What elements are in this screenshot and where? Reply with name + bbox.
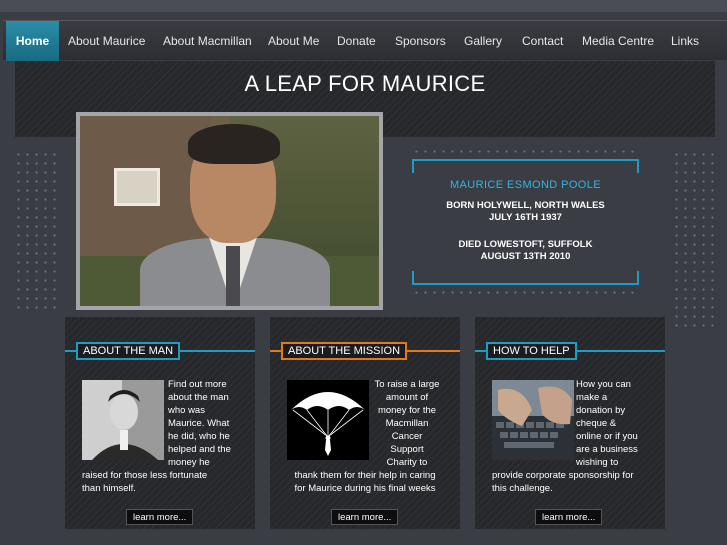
died-place: DIED LOWESTOFT, SUFFOLK <box>458 239 593 250</box>
maurice-thumbnail <box>82 380 164 460</box>
panel-text-narrow: Find out more about the man who was Maur… <box>168 379 231 468</box>
bracket-top <box>412 159 639 173</box>
main-nav: Home About Maurice About Macmillan About… <box>3 20 727 61</box>
page-title: A LEAP FOR MAURICE <box>244 71 486 96</box>
panel-text-wide: raised for those less fortunate than him… <box>82 470 208 494</box>
panel-how-to-help: HOW TO HELP How you can make a donation … <box>475 316 665 529</box>
learn-more-button[interactable]: learn more... <box>126 509 194 525</box>
dot-pattern-right <box>672 150 720 330</box>
keyboard-typing-image <box>492 380 574 460</box>
born-date: JULY 16TH 1937 <box>489 212 562 223</box>
panel-text-wide: thank them for their help in caring for … <box>294 470 436 494</box>
learn-more-button[interactable]: learn more... <box>535 509 603 525</box>
dot-pattern-left <box>14 150 62 310</box>
parachute-icon <box>287 380 369 460</box>
nav-about-me[interactable]: About Me <box>268 21 319 61</box>
nav-contact[interactable]: Contact <box>522 21 563 61</box>
panel-text-wide: provide corporate sponsorship for this c… <box>492 470 634 494</box>
nav-about-maurice[interactable]: About Maurice <box>68 21 145 61</box>
panel-about-the-man: ABOUT THE MAN Find out more about the ma… <box>65 316 255 529</box>
top-strip <box>0 0 727 12</box>
nav-about-macmillan[interactable]: About Macmillan <box>163 21 252 61</box>
nav-gallery[interactable]: Gallery <box>464 21 502 61</box>
panel-title: ABOUT THE MISSION <box>281 342 408 360</box>
nav-donate[interactable]: Donate <box>337 21 376 61</box>
full-name: MAURICE ESMOND POOLE <box>449 179 602 191</box>
panel-text-narrow: To raise a large amount of money for the… <box>374 379 440 468</box>
biography-box: MAURICE ESMOND POOLE BORN HOLYWELL, NORT… <box>412 147 639 297</box>
maurice-portrait-frame <box>76 112 383 310</box>
born-place: BORN HOLYWELL, NORTH WALES <box>446 200 605 211</box>
nav-links[interactable]: Links <box>671 21 699 61</box>
nav-sponsors[interactable]: Sponsors <box>395 21 446 61</box>
panel-text-narrow: How you can make a donation by cheque & … <box>576 379 638 468</box>
died-date: AUGUST 13TH 2010 <box>480 251 571 262</box>
panel-about-the-mission: ABOUT THE MISSION To raise a large amoun… <box>270 316 460 529</box>
panel-title: HOW TO HELP <box>486 342 577 360</box>
bracket-bottom <box>412 271 639 285</box>
panel-title: ABOUT THE MAN <box>76 342 181 360</box>
learn-more-button[interactable]: learn more... <box>331 509 399 525</box>
maurice-portrait-photo <box>80 116 379 306</box>
nav-media-centre[interactable]: Media Centre <box>582 21 654 61</box>
nav-home[interactable]: Home <box>6 21 59 61</box>
